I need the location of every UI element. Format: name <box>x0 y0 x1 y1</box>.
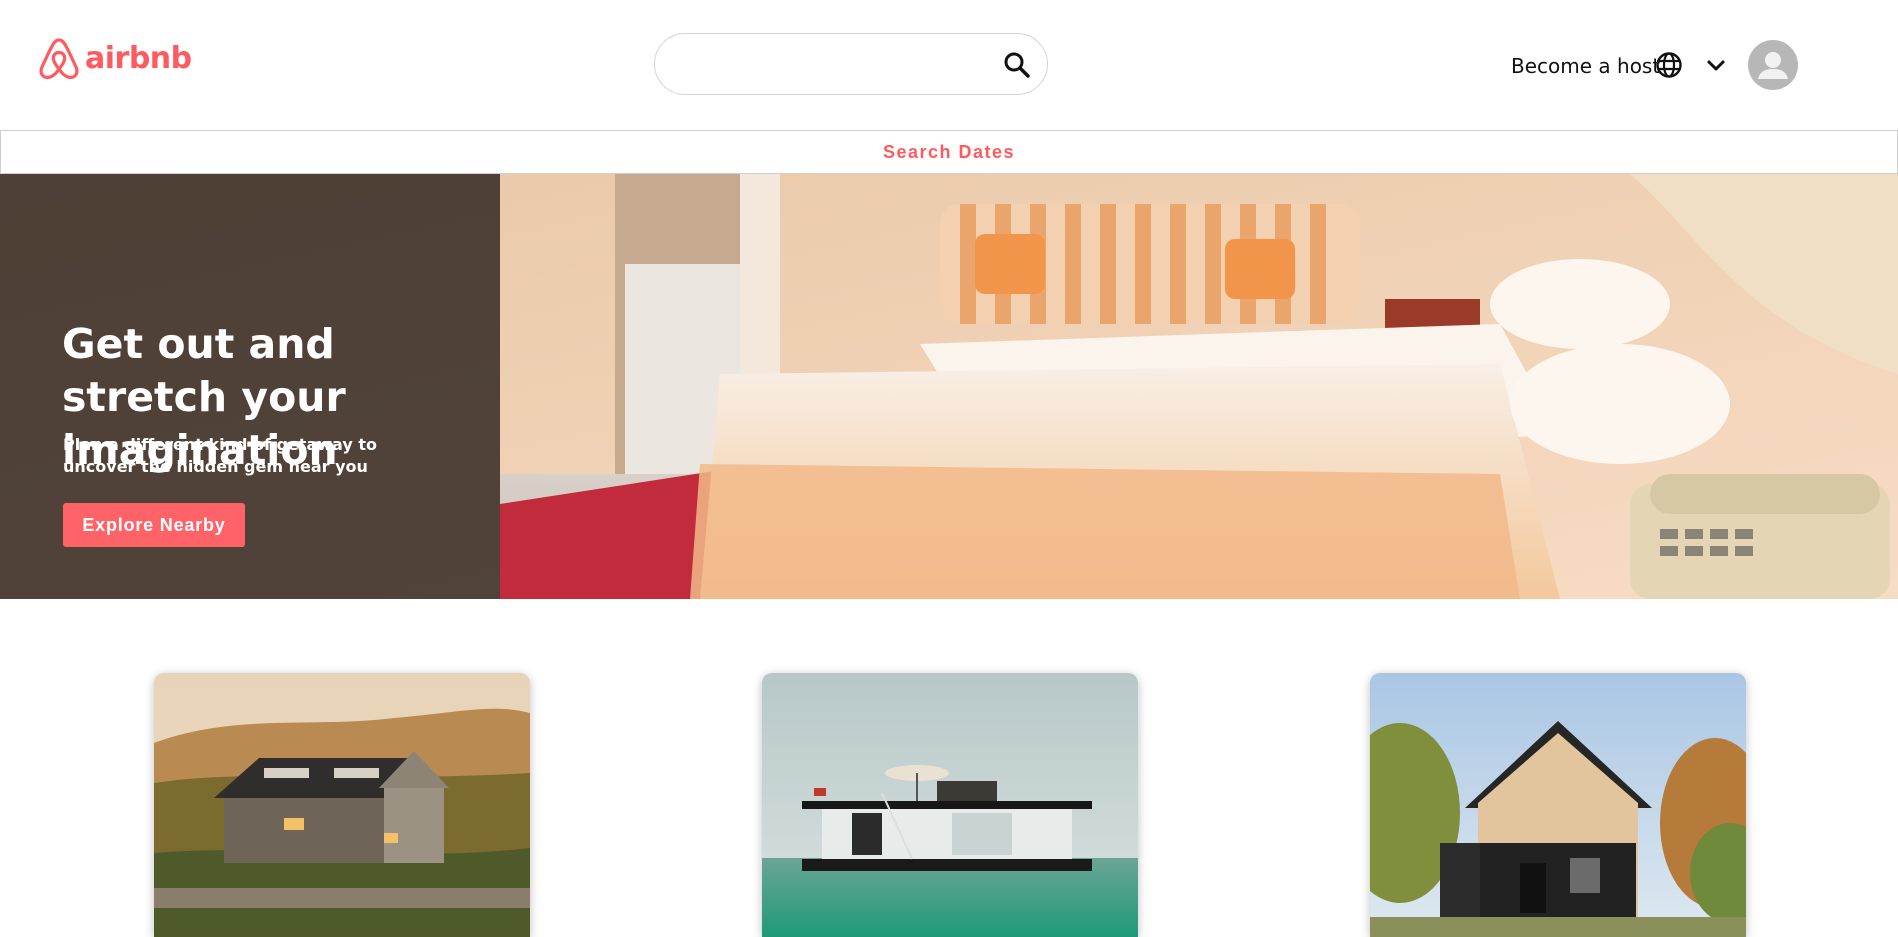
search-input[interactable] <box>677 48 981 82</box>
user-avatar-icon <box>1758 52 1788 79</box>
hero-banner: Get out and stretch your imagination Pla… <box>0 174 1898 599</box>
houseboat-on-water-photo <box>762 673 1138 937</box>
become-a-host-link[interactable]: Become a host <box>1511 54 1660 78</box>
chevron-down-icon[interactable] <box>1705 55 1727 77</box>
top-navbar: airbnb Become a host <box>0 0 1898 130</box>
user-avatar[interactable] <box>1748 40 1798 90</box>
search-bar <box>654 33 1048 95</box>
search-dates-label: Search Dates <box>882 141 1016 162</box>
wooden-cottage-hills-photo <box>154 673 530 937</box>
globe-icon[interactable] <box>1655 51 1683 79</box>
brand-name: airbnb <box>85 40 192 76</box>
listing-card-2[interactable] <box>762 673 1138 937</box>
airbnb-logo-icon <box>39 38 79 80</box>
search-dates-button[interactable]: Search Dates <box>0 130 1898 174</box>
airbnb-logo[interactable]: airbnb <box>37 34 192 82</box>
explore-nearby-button[interactable]: Explore Nearby <box>63 503 245 547</box>
listing-card-1[interactable] <box>154 673 530 937</box>
hero-subtitle: Plan a different kind of getaway to unco… <box>63 435 377 476</box>
listing-card-3[interactable] <box>1370 673 1746 937</box>
search-icon[interactable] <box>1001 49 1033 81</box>
modern-a-frame-house-photo <box>1370 673 1746 937</box>
